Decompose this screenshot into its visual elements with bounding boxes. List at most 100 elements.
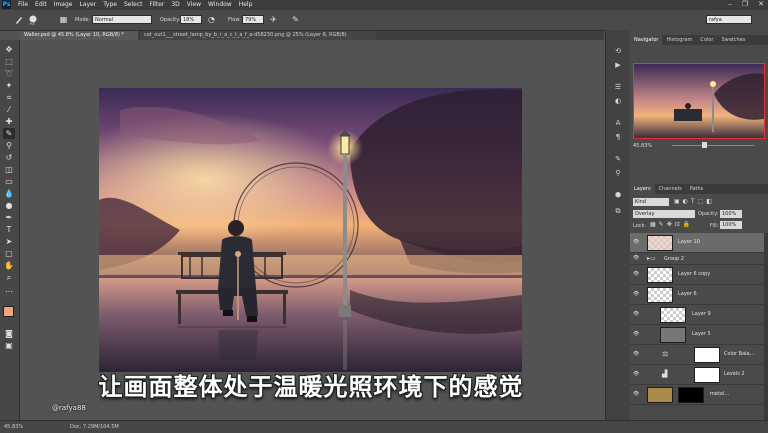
opacity-field[interactable]: 18% (180, 15, 202, 24)
actions-panel-icon[interactable]: ▶ (613, 60, 623, 70)
menu-filter[interactable]: Filter (150, 1, 165, 8)
eraser-tool-icon[interactable]: ◫ (3, 164, 15, 175)
tab-histogram[interactable]: Histogram (662, 35, 696, 45)
tab-paths[interactable]: Paths (686, 184, 708, 194)
quick-mask-icon[interactable]: ◙ (3, 328, 15, 339)
layer-row[interactable]: 👁 ▸▭ Group 2 (630, 253, 764, 265)
history-brush-tool-icon[interactable]: ↺ (3, 152, 15, 163)
tab-street-lamp-png[interactable]: cat_out1___street_lamp_by_b_r_a_c_t_a_f_… (140, 31, 376, 40)
navigator-zoom-handle[interactable] (702, 142, 707, 148)
blend-mode-select[interactable]: Overlay (633, 210, 695, 218)
layer-row[interactable]: 👁 metal... (630, 385, 764, 405)
zoom-tool-icon[interactable]: ⌕ (3, 272, 15, 283)
visibility-eye-icon[interactable]: 👁 (633, 312, 639, 317)
menu-select[interactable]: Select (124, 1, 143, 8)
brush-preset-picker[interactable]: 753 (27, 14, 39, 26)
right-panels: Navigator Histogram Color Swatches 45.83… (630, 30, 768, 420)
layer-opacity-label: Opacity: (698, 211, 719, 217)
clone-source-icon[interactable]: ⚲ (613, 168, 623, 178)
visibility-eye-icon[interactable]: 👁 (633, 240, 639, 245)
tab-swatches[interactable]: Swatches (717, 35, 749, 45)
tab-channels[interactable]: Channels (655, 184, 686, 194)
airbrush-icon[interactable]: ✈ (268, 14, 279, 25)
tab-navigator[interactable]: Navigator (630, 35, 663, 45)
canvas-area[interactable]: 让画面整体处于温暖光照环境下的感觉 @rafya88 (20, 40, 602, 420)
styles-panel-icon[interactable]: ⬢ (613, 190, 623, 200)
visibility-eye-icon[interactable]: 👁 (633, 292, 639, 297)
workspace-select[interactable]: rafya (706, 15, 752, 24)
tab-waller-psd[interactable]: Waller.psd @ 45.8% (Layer 10, RGB/8) * (20, 31, 138, 40)
document-canvas[interactable] (20, 40, 602, 420)
menu-edit[interactable]: Edit (35, 1, 47, 8)
tab-layers[interactable]: Layers (630, 184, 655, 194)
brush-tool-icon[interactable] (14, 14, 25, 25)
visibility-eye-icon[interactable]: 👁 (633, 392, 639, 397)
pressure-opacity-icon[interactable]: ◔ (206, 14, 217, 25)
layers-scrollbar[interactable] (764, 233, 768, 420)
pen-tool-icon[interactable]: ✒ (3, 212, 15, 223)
mode-select[interactable]: Normal (92, 15, 152, 24)
brush-panel-icon[interactable]: ▦ (58, 14, 69, 25)
crop-tool-icon[interactable]: ⌗ (3, 92, 15, 103)
more-tools-icon[interactable]: … (3, 284, 15, 295)
visibility-eye-icon[interactable]: 👁 (633, 272, 639, 277)
clone-stamp-tool-icon[interactable]: ⚲ (3, 140, 15, 151)
lock-icons[interactable]: ▦✎✥⊡🔒 (650, 221, 693, 228)
layer-row[interactable]: 👁 Layer 9 (630, 305, 764, 325)
close-button[interactable]: ✕ (758, 0, 764, 8)
layer-row[interactable]: 👁 Layer 10 (630, 233, 764, 253)
hand-tool-icon[interactable]: ✋ (3, 260, 15, 271)
fill-field[interactable]: 100% (720, 221, 742, 229)
foreground-color-swatch[interactable] (3, 306, 14, 317)
lasso-tool-icon[interactable]: ➰ (3, 68, 15, 79)
pressure-size-icon[interactable]: ✎ (290, 14, 301, 25)
menu-view[interactable]: View (187, 1, 201, 8)
marquee-tool-icon[interactable]: ⬚ (3, 56, 15, 67)
tab-color[interactable]: Color (696, 35, 717, 45)
visibility-eye-icon[interactable]: 👁 (633, 352, 639, 357)
visibility-eye-icon[interactable]: 👁 (633, 332, 639, 337)
navigator-zoom-slider[interactable] (672, 145, 754, 146)
quick-select-tool-icon[interactable]: ✦ (3, 80, 15, 91)
brush-presets-icon[interactable]: ✎ (613, 154, 623, 164)
screen-mode-icon[interactable]: ▣ (3, 340, 15, 351)
brush-tool-active-icon[interactable]: ✎ (3, 128, 15, 139)
layer-row[interactable]: 👁 ⚖ Color Bala... (630, 345, 764, 365)
menu-window[interactable]: Window (208, 1, 232, 8)
healing-brush-tool-icon[interactable]: ✚ (3, 116, 15, 127)
visibility-eye-icon[interactable]: 👁 (633, 256, 639, 261)
menu-type[interactable]: Type (103, 1, 117, 8)
navigator-preview[interactable] (633, 63, 765, 139)
adjustments-panel-icon[interactable]: ◐ (613, 96, 623, 106)
layer-row[interactable]: 👁 Layer 5 (630, 325, 764, 345)
layer-opacity-field[interactable]: 100% (720, 210, 742, 218)
menu-3d[interactable]: 3D (171, 1, 179, 8)
properties-panel-icon[interactable]: ☰ (613, 82, 623, 92)
visibility-eye-icon[interactable]: 👁 (633, 372, 639, 377)
move-tool-icon[interactable]: ✥ (3, 44, 15, 55)
menu-image[interactable]: Image (54, 1, 73, 8)
dodge-tool-icon[interactable]: ● (3, 200, 15, 211)
flow-field[interactable]: 79% (242, 15, 264, 24)
blur-tool-icon[interactable]: 💧 (3, 188, 15, 199)
layer-row[interactable]: 👁 Layer 6 copy (630, 265, 764, 285)
paragraph-panel-icon[interactable]: ¶ (613, 132, 623, 142)
type-tool-icon[interactable]: T (3, 224, 15, 235)
character-panel-icon[interactable]: A (613, 118, 623, 128)
libraries-panel-icon[interactable]: ⧉ (613, 206, 623, 216)
status-zoom[interactable]: 45.83% (4, 424, 23, 430)
menu-file[interactable]: File (18, 1, 28, 8)
layer-row[interactable]: 👁 ▟ Levels 2 (630, 365, 764, 385)
minimize-button[interactable]: – (728, 0, 732, 8)
path-select-tool-icon[interactable]: ➤ (3, 236, 15, 247)
eyedropper-tool-icon[interactable]: ⁄ (3, 104, 15, 115)
gradient-tool-icon[interactable]: ▭ (3, 176, 15, 187)
layer-filter-icons[interactable]: ▣◐T⬚◧ (674, 198, 715, 205)
shape-tool-icon[interactable]: ▢ (3, 248, 15, 259)
layer-kind-filter[interactable]: Kind (633, 198, 669, 206)
maximize-button[interactable]: ❐ (742, 0, 748, 8)
history-panel-icon[interactable]: ⟲ (613, 46, 623, 56)
menu-layer[interactable]: Layer (79, 1, 96, 8)
menu-help[interactable]: Help (239, 1, 253, 8)
layer-row[interactable]: 👁 Layer 6 (630, 285, 764, 305)
